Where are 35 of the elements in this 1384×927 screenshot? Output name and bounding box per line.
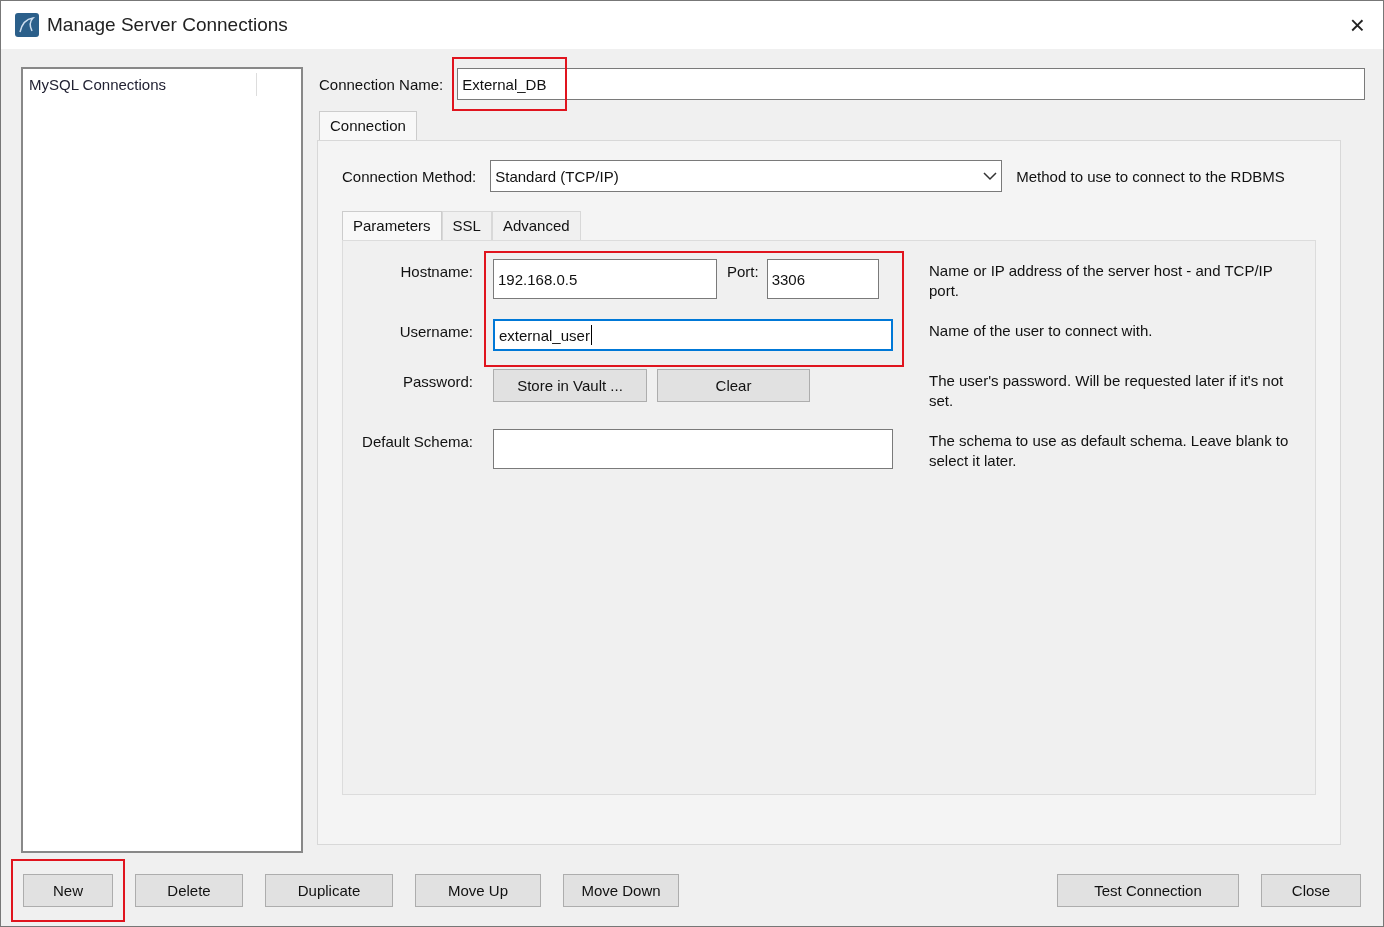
field-description: Name of the user to connect with. <box>928 321 1154 341</box>
field-label: Password: <box>401 372 474 390</box>
text-field[interactable]: external_user <box>493 319 893 351</box>
field-label: Hostname: <box>399 262 474 280</box>
close-button[interactable]: × <box>1349 12 1365 38</box>
connection-method-label: Connection Method: <box>342 167 477 185</box>
tab[interactable]: Connection <box>319 111 417 141</box>
method-description: Method to use to connect to the RDBMS <box>1016 167 1285 185</box>
chevron-down-icon <box>983 171 998 181</box>
connection-method-dropdown[interactable]: Standard (TCP/IP) <box>490 160 1003 192</box>
dialog-button[interactable]: Move Down <box>563 873 679 907</box>
list-header: MySQL Connections <box>29 73 257 96</box>
field-description: The schema to use as default schema. Leave blank to select it later. <box>928 431 1290 471</box>
dialog-button[interactable]: New <box>23 873 113 907</box>
dialog-button[interactable]: Close <box>1261 873 1361 907</box>
field-description: The user's password. Will be requested later if it's not set. <box>928 371 1285 411</box>
port-field[interactable]: 3306 <box>766 259 879 299</box>
hostname-field[interactable]: 192.168.0.5 <box>493 259 717 299</box>
dialog-button[interactable]: Delete <box>135 873 243 907</box>
text-field[interactable] <box>493 429 893 469</box>
dialog-button[interactable]: Move Up <box>415 873 541 907</box>
dialog-button[interactable]: Test Connection <box>1057 873 1239 907</box>
window-title: Manage Server Connections <box>47 14 289 36</box>
store-in-vault-button[interactable]: Store in Vault ... <box>493 369 647 402</box>
connection-name-field[interactable]: External_DB <box>457 68 1365 100</box>
field-description: Name or IP address of the server host - and TCP/IP port. <box>928 261 1274 301</box>
tab[interactable]: Advanced <box>491 211 581 240</box>
clear-button[interactable]: Clear <box>657 369 810 402</box>
tab[interactable]: Parameters <box>342 211 442 241</box>
field-label: Default Schema: <box>361 432 474 450</box>
tab[interactable]: SSL <box>441 211 492 240</box>
dialog-button[interactable]: Duplicate <box>265 873 393 907</box>
field-label: Username: <box>398 322 474 340</box>
port-label: Port: <box>726 262 759 280</box>
connection-name-label: Connection Name: <box>319 75 444 93</box>
